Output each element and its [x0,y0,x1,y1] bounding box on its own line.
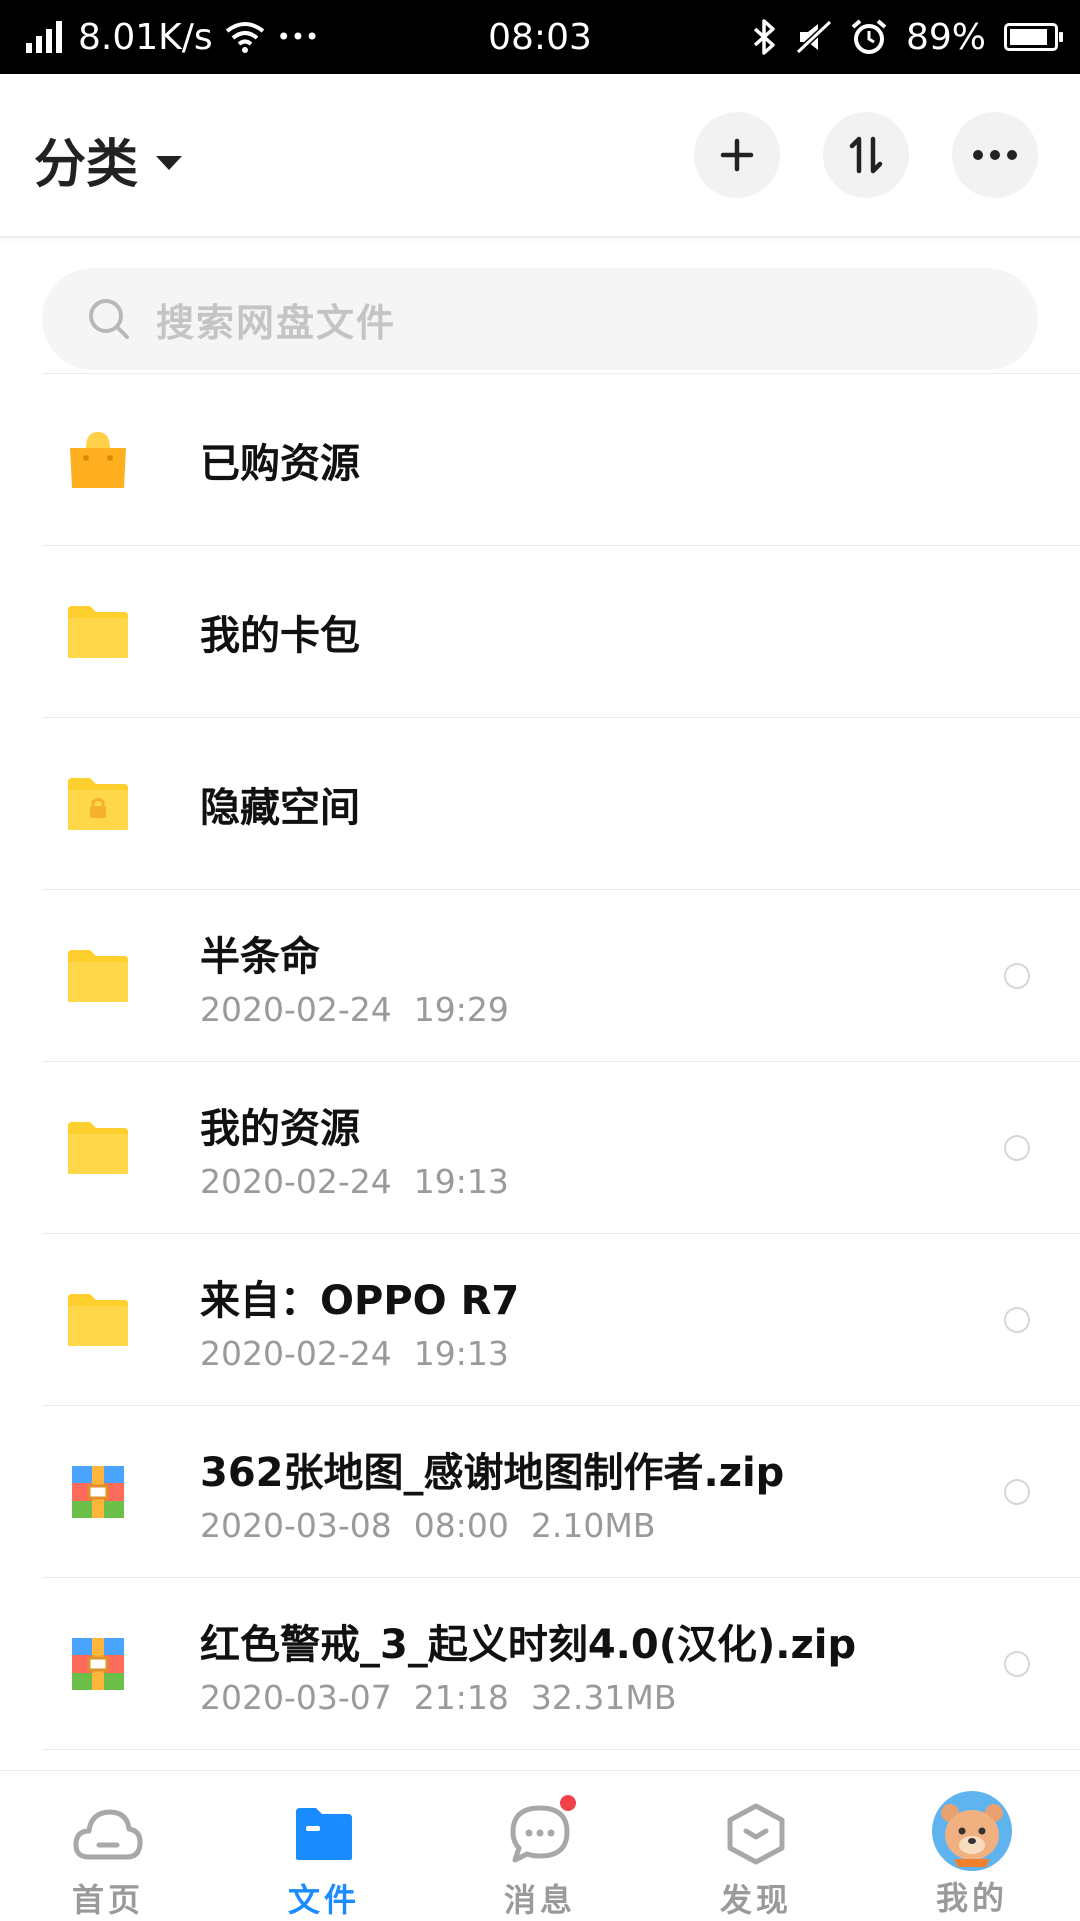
file-folder-icon [288,1801,360,1867]
file-time: 19:13 [413,1334,509,1373]
tab-label: 文件 [287,1881,360,1919]
more-button[interactable] [952,112,1038,198]
file-meta: 2020-03-07 21:18 32.31MB [200,1678,698,1717]
clock: 08:03 [488,16,592,58]
folder-icon [66,944,130,1008]
file-time: 19:13 [413,1162,509,1201]
battery-icon [1004,23,1063,51]
select-radio[interactable] [1004,1134,1030,1161]
file-name: 我的资源 [200,1106,360,1152]
tab-profile[interactable]: 我的 [864,1771,1080,1921]
file-meta: 2020-02-24 19:13 [200,1334,531,1373]
sort-icon [849,136,883,174]
file-name: 半条命 [200,934,320,980]
caret-down-icon [156,155,183,170]
list-item-folder[interactable]: 半条命 2020-02-24 19:29 [42,889,1080,1061]
file-meta: 2020-02-24 19:13 [200,1162,531,1201]
locked-folder-icon [66,772,130,836]
file-meta: 2020-02-24 19:29 [200,990,531,1029]
file-date: 2020-02-24 [200,990,392,1029]
search-icon [86,296,132,342]
select-radio[interactable] [1004,1306,1030,1333]
page-title: 分类 [34,135,139,195]
status-bar: 8.01K/s ••• 08:03 89% [0,0,1080,74]
category-dropdown[interactable]: 分类 [34,122,183,197]
folder-icon [66,1116,130,1180]
mute-icon [795,20,832,54]
list-item-zip[interactable]: 红色警戒_3_起义时刻4.0(汉化).zip 2020-03-07 21:18 32… [42,1577,1080,1749]
file-time: 19:29 [413,990,509,1029]
notification-dot [560,1795,576,1811]
list-divider [42,1749,1080,1751]
more-icon [973,150,1017,160]
file-date: 2020-02-24 [200,1162,392,1201]
network-speed: 8.01K/s [78,16,213,58]
chat-icon [504,1795,576,1867]
search-bar[interactable]: 搜索网盘文件 [42,268,1038,370]
file-time: 08:00 [413,1506,509,1545]
tab-home[interactable]: 首页 [0,1771,216,1921]
file-meta: 2020-03-08 08:00 2.10MB [200,1506,677,1545]
file-name: 362张地图_感谢地图制作者.zip [200,1450,785,1496]
file-time: 21:18 [413,1678,509,1717]
tab-label: 消息 [503,1881,576,1919]
bluetooth-icon [753,19,775,55]
file-size: 2.10MB [530,1506,656,1545]
list-item-zip[interactable]: 362张地图_感谢地图制作者.zip 2020-03-08 08:00 2.10MB [42,1405,1080,1577]
more-status-icon: ••• [276,23,320,51]
zip-icon [66,1460,130,1524]
file-name: 隐藏空间 [200,784,360,831]
tab-files[interactable]: 文件 [216,1771,432,1921]
sort-button[interactable] [823,112,909,198]
list-item-purchased[interactable]: 已购资源 [42,373,1080,545]
battery-percent: 89% [905,16,986,58]
list-item-folder[interactable]: 来自：OPPO R7 2020-02-24 19:13 [42,1233,1080,1405]
folder-icon [66,600,130,664]
tab-label: 发现 [719,1881,792,1919]
select-radio[interactable] [1004,962,1030,989]
tab-discover[interactable]: 发现 [648,1771,864,1921]
file-list: 已购资源 我的卡包 隐藏空间 半条命 2020-02-24 19:29 我的资源… [0,373,1080,1751]
tab-label: 我的 [935,1879,1008,1917]
tab-label: 首页 [71,1881,144,1919]
list-item-cardbag[interactable]: 我的卡包 [42,545,1080,717]
list-item-folder[interactable]: 我的资源 2020-02-24 19:13 [42,1061,1080,1233]
select-radio[interactable] [1004,1478,1030,1505]
shopping-bag-icon [66,428,130,492]
cloud-icon [72,1801,144,1867]
search-input[interactable]: 搜索网盘文件 [156,292,396,347]
select-radio[interactable] [1004,1650,1030,1677]
plus-icon [720,138,754,172]
list-item-hidden-space[interactable]: 隐藏空间 [42,717,1080,889]
file-size: 32.31MB [530,1678,677,1717]
file-name: 来自：OPPO R7 [200,1278,520,1324]
bottom-nav: 首页 文件 消息 发现 我的 [0,1770,1080,1921]
file-name: 我的卡包 [200,612,360,659]
signal-icon [26,21,62,53]
file-name: 红色警戒_3_起义时刻4.0(汉化).zip [200,1622,857,1668]
file-date: 2020-03-07 [200,1678,392,1717]
tab-messages[interactable]: 消息 [432,1771,648,1921]
discover-icon [720,1801,792,1867]
folder-icon [66,1288,130,1352]
wifi-icon [225,22,264,53]
avatar-icon [930,1789,1014,1873]
file-date: 2020-02-24 [200,1334,392,1373]
file-name: 已购资源 [200,440,360,487]
app-header: 分类 [0,74,1080,238]
add-button[interactable] [694,112,780,198]
file-date: 2020-03-08 [200,1506,392,1545]
alarm-icon [851,19,887,54]
zip-icon [66,1632,130,1696]
